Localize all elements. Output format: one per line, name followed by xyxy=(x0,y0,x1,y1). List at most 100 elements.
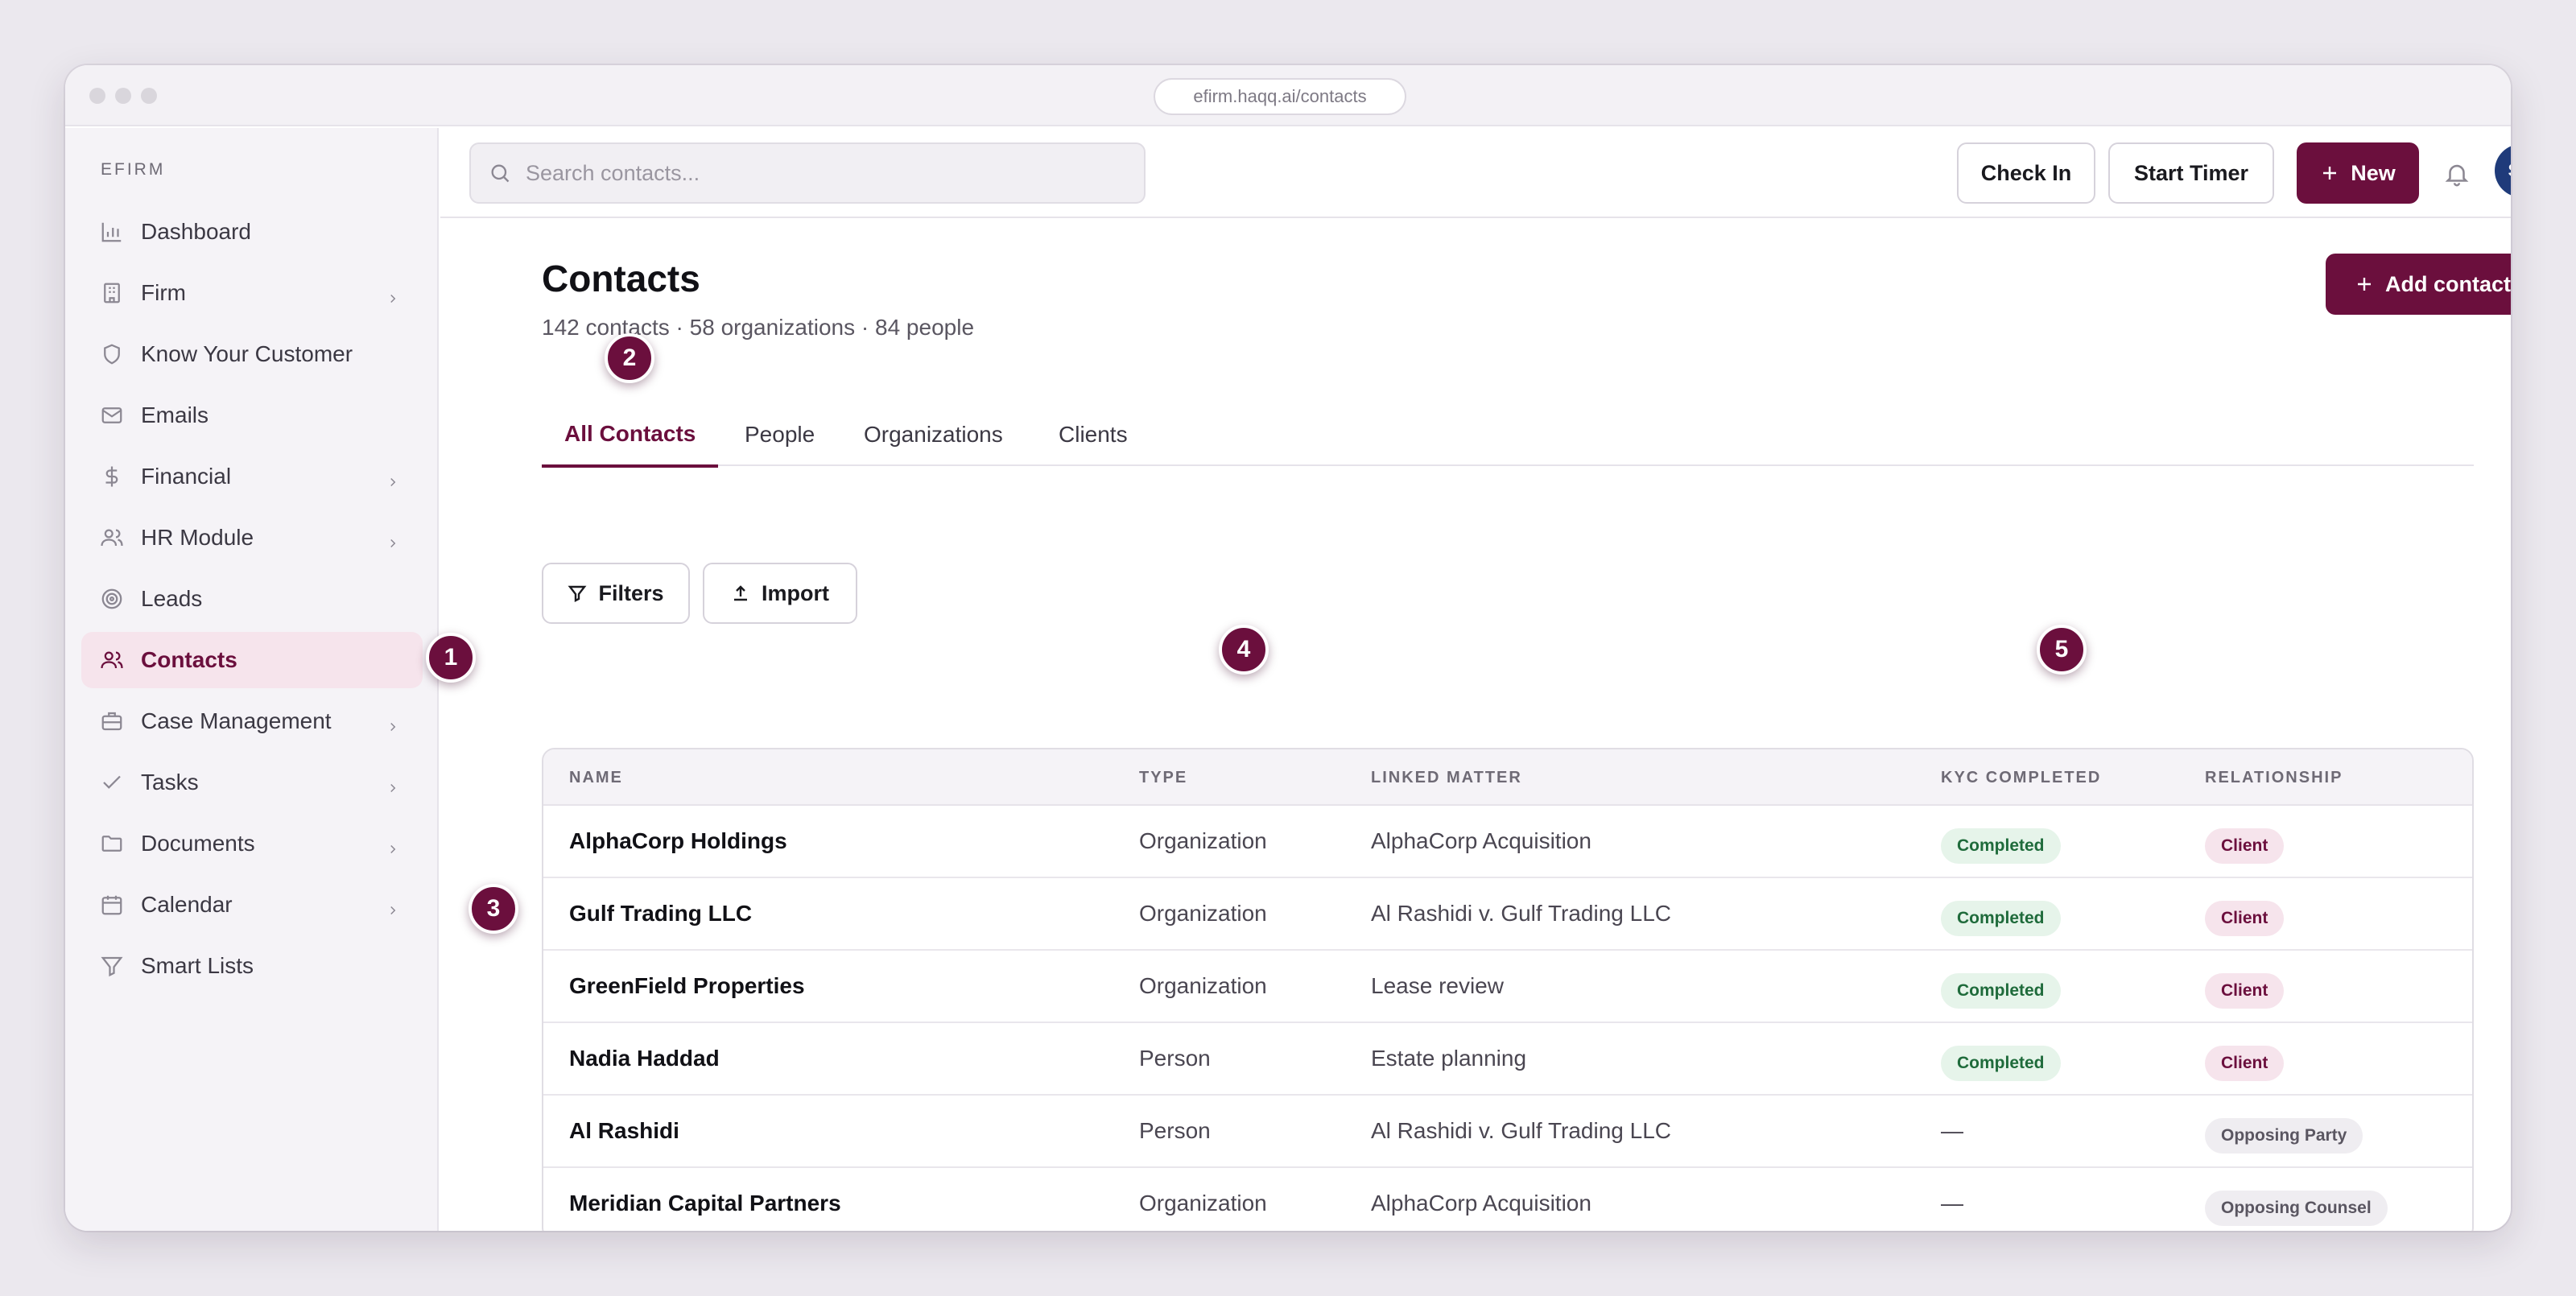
bell-icon[interactable] xyxy=(2443,160,2471,188)
browser-titlebar: efirm.haqq.ai/contacts xyxy=(65,65,2511,126)
annotation-marker-5: 5 xyxy=(2037,625,2087,675)
tab-all-contacts[interactable]: All Contacts xyxy=(542,403,719,468)
cell-linked-matter[interactable]: Estate planning xyxy=(1371,1046,1526,1071)
filters-button[interactable]: Filters xyxy=(542,563,690,624)
search-input[interactable] xyxy=(526,160,1137,186)
chevron-right-icon xyxy=(386,469,400,487)
check-in-button[interactable]: Check In xyxy=(1957,142,2095,204)
cell-name[interactable]: Nadia Haddad xyxy=(569,1046,720,1071)
table-row[interactable]: Nadia Haddad Person Estate planning Comp… xyxy=(543,1023,2472,1096)
annotation-marker-3: 3 xyxy=(469,884,518,934)
sidebar-item-tasks[interactable]: Tasks xyxy=(81,754,423,811)
annotation-marker-2: 2 xyxy=(605,333,654,383)
cell-name[interactable]: Al Rashidi xyxy=(569,1118,679,1144)
mail-icon xyxy=(99,402,125,428)
tab-clients[interactable]: Clients xyxy=(1059,403,1128,466)
cell-name[interactable]: Meridian Capital Partners xyxy=(569,1191,841,1216)
kyc-empty-value: — xyxy=(1941,1118,1963,1143)
tab-people[interactable]: People xyxy=(745,403,815,466)
new-button-label: New xyxy=(2351,160,2396,185)
sidebar-item-dashboard[interactable]: Dashboard xyxy=(81,204,423,260)
sidebar-item-financial[interactable]: Financial xyxy=(81,448,423,505)
chevron-right-icon xyxy=(386,530,400,548)
sidebar-item-label: Financial xyxy=(141,464,232,489)
sidebar-item-label: Documents xyxy=(141,831,255,856)
start-timer-button[interactable]: Start Timer xyxy=(2108,142,2274,204)
address-bar[interactable]: efirm.haqq.ai/contacts xyxy=(1154,78,1406,115)
table-row[interactable]: Al Rashidi Person Al Rashidi v. Gulf Tra… xyxy=(543,1096,2472,1168)
import-label: Import xyxy=(762,580,829,605)
cell-type: Organization xyxy=(1139,828,1267,853)
page-subtitle: 142 contacts · 58 organizations · 84 peo… xyxy=(542,315,975,340)
sidebar-item-calendar[interactable]: Calendar xyxy=(81,877,423,933)
tab-organizations[interactable]: Organizations xyxy=(864,403,1003,466)
close-dot-icon[interactable] xyxy=(89,88,105,104)
search-icon xyxy=(491,164,510,183)
cell-linked-matter[interactable]: AlphaCorp Acquisition xyxy=(1371,1191,1591,1216)
relationship-badge: Client xyxy=(2205,901,2285,936)
cell-name[interactable]: GreenField Properties xyxy=(569,973,805,999)
sidebar-item-label: Tasks xyxy=(141,770,199,795)
cell-linked-matter[interactable]: Lease review xyxy=(1371,973,1504,999)
avatar[interactable]: SM xyxy=(2495,144,2511,197)
sidebar-item-label: Contacts xyxy=(141,647,237,672)
table-row[interactable]: AlphaCorp Holdings Organization AlphaCor… xyxy=(543,806,2472,878)
cell-name[interactable]: Gulf Trading LLC xyxy=(569,901,752,927)
minimize-dot-icon[interactable] xyxy=(115,88,131,104)
chevron-right-icon xyxy=(386,775,400,793)
plus-icon xyxy=(2357,278,2371,291)
table-row[interactable]: GreenField Properties Organization Lease… xyxy=(543,951,2472,1023)
column-header-kyc-completed[interactable]: KYC COMPLETED xyxy=(1941,769,2101,787)
sidebar-item-hr-module[interactable]: HR Module xyxy=(81,510,423,566)
import-button[interactable]: Import xyxy=(703,563,857,624)
filter-icon xyxy=(99,953,125,979)
sidebar-item-smart-lists[interactable]: Smart Lists xyxy=(81,938,423,994)
chevron-right-icon xyxy=(386,898,400,915)
column-header-linked-matter[interactable]: LINKED MATTER xyxy=(1371,769,1522,787)
filters-label: Filters xyxy=(598,580,664,605)
cell-type: Organization xyxy=(1139,973,1267,998)
add-contact-button[interactable]: Add contact xyxy=(2326,254,2511,315)
sidebar-item-label: HR Module xyxy=(141,525,254,550)
column-header-relationship[interactable]: RELATIONSHIP xyxy=(2205,769,2343,787)
folder-icon xyxy=(99,831,125,856)
cell-linked-matter[interactable]: Al Rashidi v. Gulf Trading LLC xyxy=(1371,901,1671,927)
sidebar-item-label: Smart Lists xyxy=(141,953,254,978)
sidebar-item-emails[interactable]: Emails xyxy=(81,387,423,444)
relationship-badge: Client xyxy=(2205,828,2285,864)
new-button[interactable]: New xyxy=(2297,142,2419,204)
window-controls xyxy=(89,88,157,104)
relationship-badge: Client xyxy=(2205,973,2285,1009)
column-header-type[interactable]: TYPE xyxy=(1139,769,1187,787)
column-header-name[interactable]: NAME xyxy=(569,769,623,787)
cell-type: Person xyxy=(1139,1046,1211,1071)
users-icon xyxy=(99,647,125,673)
cell-linked-matter[interactable]: AlphaCorp Acquisition xyxy=(1371,828,1591,854)
dollar-icon xyxy=(99,464,125,489)
sidebar-item-kyc[interactable]: Know Your Customer xyxy=(81,326,423,382)
kyc-status-badge: Completed xyxy=(1941,1046,2061,1081)
table-header: NAME TYPE LINKED MATTER KYC COMPLETED RE… xyxy=(543,749,2472,806)
main-content: Contacts 142 contacts · 58 organizations… xyxy=(440,218,2511,1231)
sidebar-item-firm[interactable]: Firm xyxy=(81,265,423,321)
sidebar-item-leads[interactable]: Leads xyxy=(81,571,423,627)
search-box[interactable] xyxy=(469,142,1146,204)
table-row[interactable]: Gulf Trading LLC Organization Al Rashidi… xyxy=(543,878,2472,951)
sidebar: EFIRM Dashboard Firm Know Your Customer … xyxy=(65,128,439,1231)
cell-name[interactable]: AlphaCorp Holdings xyxy=(569,828,787,854)
relationship-badge: Client xyxy=(2205,1046,2285,1081)
sidebar-item-documents[interactable]: Documents xyxy=(81,815,423,872)
chart-bar-icon xyxy=(99,219,125,245)
calendar-icon xyxy=(99,892,125,918)
annotation-marker-4: 4 xyxy=(1219,625,1269,675)
sidebar-item-contacts[interactable]: Contacts xyxy=(81,632,423,688)
sidebar-item-label: Know Your Customer xyxy=(141,341,353,366)
users-icon xyxy=(99,525,125,551)
annotation-marker-1: 1 xyxy=(426,633,476,683)
table-row[interactable]: Meridian Capital Partners Organization A… xyxy=(543,1168,2472,1231)
plus-icon xyxy=(2323,167,2337,180)
maximize-dot-icon[interactable] xyxy=(141,88,157,104)
kyc-status-badge: Completed xyxy=(1941,828,2061,864)
cell-linked-matter[interactable]: Al Rashidi v. Gulf Trading LLC xyxy=(1371,1118,1671,1144)
sidebar-item-case-management[interactable]: Case Management xyxy=(81,693,423,749)
